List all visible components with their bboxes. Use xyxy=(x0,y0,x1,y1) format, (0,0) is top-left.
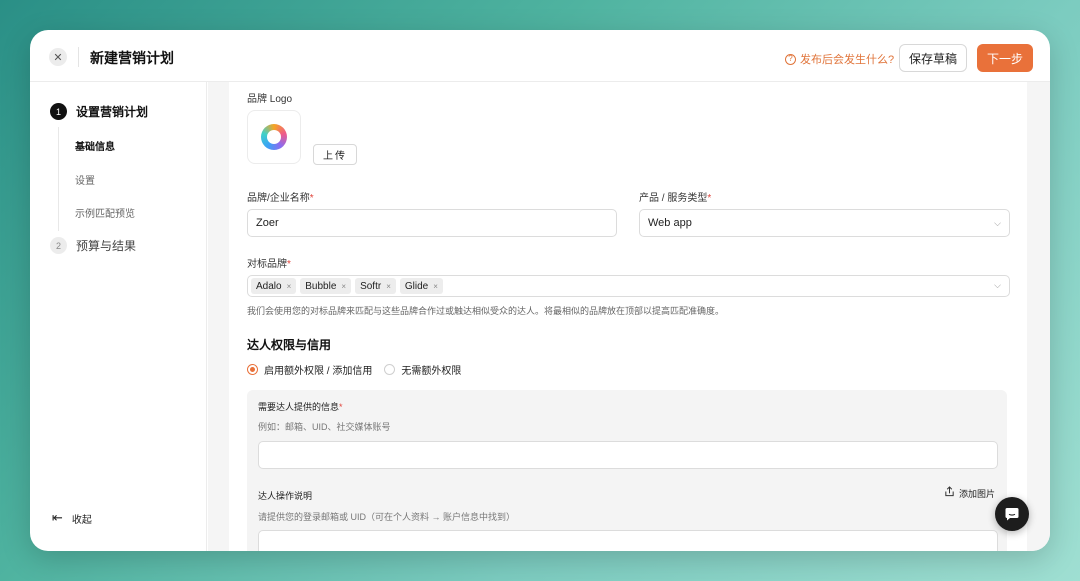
page-title: 新建营销计划 xyxy=(90,50,174,66)
next-step-button[interactable]: 下一步 xyxy=(977,44,1033,72)
step-number: 2 xyxy=(50,237,67,254)
substep-match-preview[interactable]: 示例匹配预览 xyxy=(75,205,135,220)
save-draft-button[interactable]: 保存草稿 xyxy=(899,44,967,72)
instructions-label: 达人操作说明 xyxy=(258,491,313,501)
form-panel: 品牌 Logo 上传 品牌/企业名称* 产品 / 服务类型* Web app ⌵… xyxy=(229,82,1027,551)
publish-hint-link[interactable]: ? 发布后会发生什么? xyxy=(785,51,894,67)
product-type-value: Web app xyxy=(648,217,692,229)
step-number: 1 xyxy=(50,103,67,120)
remove-tag-icon[interactable]: × xyxy=(341,282,346,291)
chevron-down-icon: ⌵ xyxy=(994,218,1001,228)
remove-tag-icon[interactable]: × xyxy=(433,282,438,291)
app-window: ✕ 新建营销计划 ? 发布后会发生什么? 保存草稿 下一步 1 设置营销计划 基… xyxy=(30,30,1050,551)
product-type-label: 产品 / 服务类型* xyxy=(639,193,712,204)
instructions-example-text: 请提供您的登录邮箱或 UID（可在个人资料 → 账户信息中找到） xyxy=(258,512,516,522)
info-example-text: 例如：邮箱、UID、社交媒体账号 xyxy=(258,422,391,432)
substep-settings[interactable]: 设置 xyxy=(75,172,95,187)
info-input[interactable] xyxy=(258,441,998,469)
radio-no-extra[interactable]: 无需额外权限 xyxy=(384,362,461,377)
info-required-label: 需要达人提供的信息* xyxy=(258,402,343,412)
brand-name-input[interactable] xyxy=(247,209,617,237)
main-area: 品牌 Logo 上传 品牌/企业名称* 产品 / 服务类型* Web app ⌵… xyxy=(208,82,1050,551)
header-bar: ✕ 新建营销计划 ? 发布后会发生什么? 保存草稿 下一步 xyxy=(30,30,1050,82)
tag-chip: Adalo × xyxy=(251,278,297,294)
tag-chip: Bubble × xyxy=(300,278,352,294)
benchmark-label: 对标品牌* xyxy=(247,259,291,270)
brand-logo-icon xyxy=(261,124,287,150)
sidebar: 1 设置营销计划 基础信息 设置 示例匹配预览 2 预算与结果 ⇤ 收起 xyxy=(30,82,207,551)
creator-section-title: 达人权限与信用 xyxy=(247,338,332,352)
logo-label: 品牌 Logo xyxy=(247,94,293,105)
radio-dot xyxy=(384,364,396,375)
remove-tag-icon[interactable]: × xyxy=(386,282,391,291)
substep-line xyxy=(58,127,59,231)
collapse-label: 收起 xyxy=(71,514,92,526)
substep-basic-info[interactable]: 基础信息 xyxy=(75,138,115,153)
close-icon[interactable]: ✕ xyxy=(49,48,67,66)
share-upload-icon xyxy=(944,486,955,500)
header-divider xyxy=(78,47,79,67)
publish-hint-text: 发布后会发生什么? xyxy=(800,54,895,66)
help-circle-icon: ? xyxy=(785,53,796,65)
step-budget-results[interactable]: 2 预算与结果 xyxy=(50,237,136,254)
chevron-down-icon: ⌵ xyxy=(994,280,1001,290)
tag-chip: Softr × xyxy=(355,278,396,294)
collapse-sidebar-button[interactable]: ⇤ 收起 xyxy=(52,510,92,526)
tag-chip: Glide × xyxy=(399,278,443,294)
step-setup-plan[interactable]: 1 设置营销计划 xyxy=(50,103,148,120)
remove-tag-icon[interactable]: × xyxy=(287,282,292,291)
add-image-button[interactable]: 添加图片 xyxy=(944,486,995,500)
upload-logo-button[interactable]: 上传 xyxy=(313,144,357,165)
collapse-left-icon: ⇤ xyxy=(52,510,63,525)
brand-name-label: 品牌/企业名称* xyxy=(247,193,314,204)
instructions-textarea[interactable] xyxy=(258,530,998,551)
benchmark-brands-input[interactable]: Adalo × Bubble × Softr × Glide × ⌵ xyxy=(247,275,1010,297)
product-type-select[interactable]: Web app ⌵ xyxy=(639,209,1010,237)
permission-radio-group: 启用额外权限 / 添加信用 无需额外权限 xyxy=(247,362,473,377)
benchmark-help-text: 我们会使用您的对标品牌来匹配与这些品牌合作过或触达相似受众的达人。将最相似的品牌… xyxy=(247,306,725,316)
radio-enable-extra[interactable]: 启用额外权限 / 添加信用 xyxy=(247,362,372,377)
step-label: 预算与结果 xyxy=(76,239,137,253)
step-label: 设置营销计划 xyxy=(76,105,149,119)
radio-dot xyxy=(247,364,258,375)
chat-bubble-icon[interactable] xyxy=(995,497,1029,531)
creator-info-card: 需要达人提供的信息* 例如：邮箱、UID、社交媒体账号 达人操作说明 添加图片 … xyxy=(247,390,1007,551)
brand-logo-preview xyxy=(247,110,301,164)
